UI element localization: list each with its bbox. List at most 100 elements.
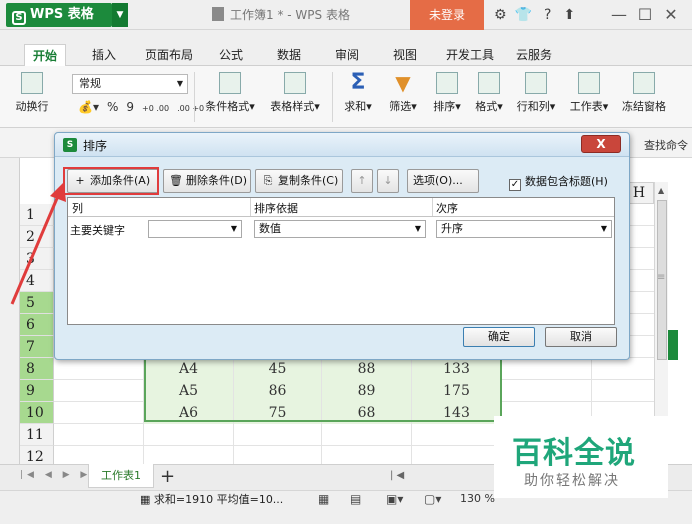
maximize-icon[interactable]: ☐ bbox=[632, 0, 658, 30]
scroll-left-icon[interactable]: | ◀ bbox=[390, 470, 404, 481]
comma-button[interactable]: 9 bbox=[126, 100, 134, 114]
row-header[interactable]: 8 bbox=[20, 358, 54, 380]
tab-developer[interactable]: 开发工具 bbox=[440, 44, 500, 66]
conditional-format-button[interactable]: 条件格式▾ bbox=[200, 72, 260, 114]
row-header[interactable]: 2 bbox=[20, 226, 54, 248]
move-up-button[interactable]: ↑ bbox=[351, 169, 373, 193]
sum-button[interactable]: Σ 求和▾ bbox=[340, 72, 376, 114]
settings-icon[interactable]: ⚙ bbox=[494, 0, 507, 30]
app-name: WPS 表格 bbox=[30, 7, 94, 22]
number-format-select[interactable]: 常规 ▼ bbox=[72, 74, 188, 94]
cancel-button[interactable]: 取消 bbox=[545, 327, 617, 347]
grid-cell[interactable] bbox=[592, 358, 658, 380]
tab-formula[interactable]: 公式 bbox=[212, 44, 250, 66]
shirt-icon[interactable]: 👕 bbox=[515, 0, 532, 30]
rows-cols-button[interactable]: 行和列▾ bbox=[512, 72, 560, 114]
wrap-text-button[interactable]: 动换行 bbox=[6, 72, 58, 114]
grid-cell[interactable]: 75 bbox=[234, 402, 322, 424]
dialog-close-button[interactable]: X bbox=[581, 135, 621, 153]
help-icon[interactable]: ? bbox=[540, 0, 555, 30]
grid-cell[interactable] bbox=[234, 424, 322, 446]
tab-view[interactable]: 视图 bbox=[386, 44, 424, 66]
dialog-titlebar[interactable]: S 排序 X bbox=[55, 133, 629, 157]
sort-button[interactable]: 排序▾ bbox=[428, 72, 466, 114]
row-header[interactable]: 3 bbox=[20, 248, 54, 270]
grid-cell[interactable]: 143 bbox=[412, 402, 502, 424]
row-header[interactable]: 1 bbox=[20, 204, 54, 226]
grid-cell[interactable]: 89 bbox=[322, 380, 412, 402]
grid-cell[interactable]: 175 bbox=[412, 380, 502, 402]
grid-cell[interactable]: A5 bbox=[144, 380, 234, 402]
has-header-checkbox[interactable]: ✓ 数据包含标题(H) bbox=[509, 173, 608, 191]
grid-cell[interactable] bbox=[54, 380, 144, 402]
grid-cell[interactable] bbox=[54, 402, 144, 424]
checkbox-checked-icon[interactable]: ✓ bbox=[509, 179, 521, 191]
add-sheet-button[interactable]: + bbox=[160, 464, 175, 490]
page-break-view-icon[interactable]: ▤ bbox=[350, 492, 361, 506]
row-header[interactable]: 4 bbox=[20, 270, 54, 292]
sheet-tab-1[interactable]: 工作表1 bbox=[88, 464, 154, 488]
grid-cell[interactable] bbox=[54, 358, 144, 380]
grid-cell[interactable]: 68 bbox=[322, 402, 412, 424]
add-condition-button[interactable]: + 添加条件(A) bbox=[67, 169, 159, 193]
grid-cell[interactable]: 88 bbox=[322, 358, 412, 380]
grid-cell[interactable] bbox=[502, 358, 592, 380]
tab-home[interactable]: 开始 bbox=[24, 44, 66, 66]
zoom-level[interactable]: 130 % bbox=[460, 492, 495, 505]
freeze-panes-button[interactable]: 冻结窗格 bbox=[620, 72, 668, 114]
sort-by-select[interactable]: 数值 ▼ bbox=[254, 220, 426, 238]
row-header[interactable]: 9 bbox=[20, 380, 54, 402]
row-header[interactable]: 5 bbox=[20, 292, 54, 314]
filter-button[interactable]: ▼ 筛选▾ bbox=[384, 72, 422, 114]
grid-cell[interactable] bbox=[54, 424, 144, 446]
inc-decimal-button[interactable]: +0 .00 bbox=[142, 104, 169, 113]
tab-data[interactable]: 数据 bbox=[270, 44, 308, 66]
vertical-scrollbar[interactable]: ▲ ≡ bbox=[654, 182, 668, 416]
row-header[interactable]: 10 bbox=[20, 402, 54, 424]
side-panel-tab[interactable] bbox=[668, 330, 678, 360]
conditional-format-icon bbox=[219, 72, 241, 94]
grid-cell[interactable] bbox=[592, 380, 658, 402]
normal-view-icon[interactable]: ▦ bbox=[318, 492, 329, 506]
login-button[interactable]: 未登录 bbox=[410, 0, 484, 30]
scroll-up-icon[interactable]: ▲ bbox=[658, 186, 664, 195]
close-icon[interactable]: ✕ bbox=[658, 0, 684, 30]
grid-cell[interactable] bbox=[502, 380, 592, 402]
tab-review[interactable]: 审阅 bbox=[328, 44, 366, 66]
tab-page-layout[interactable]: 页面布局 bbox=[140, 44, 198, 66]
percent-button[interactable]: % bbox=[107, 100, 118, 114]
find-command[interactable]: 查找命令 bbox=[644, 137, 688, 153]
grid-cell[interactable] bbox=[322, 424, 412, 446]
move-down-button[interactable]: ↓ bbox=[377, 169, 399, 193]
sheet-nav-arrows[interactable]: |◀ ◀ ▶ ▶| bbox=[20, 470, 98, 480]
options-button[interactable]: 选项(O)... bbox=[407, 169, 479, 193]
delete-condition-button[interactable]: 🗑 删除条件(D) bbox=[163, 169, 251, 193]
grid-cell[interactable] bbox=[412, 424, 502, 446]
minimize-icon[interactable]: — bbox=[606, 0, 632, 30]
tab-cloud[interactable]: 云服务 bbox=[510, 44, 558, 66]
app-dropdown-button[interactable]: ▼ bbox=[112, 3, 128, 27]
upload-icon[interactable]: ⬆ bbox=[563, 0, 575, 30]
ok-button[interactable]: 确定 bbox=[463, 327, 535, 347]
copy-condition-button[interactable]: ⎘ 复制条件(C) bbox=[255, 169, 343, 193]
row-header[interactable]: 11 bbox=[20, 424, 54, 446]
reading-mode-icon[interactable]: ▢▾ bbox=[424, 492, 441, 506]
grid-cell[interactable]: 45 bbox=[234, 358, 322, 380]
grid-cell[interactable]: 133 bbox=[412, 358, 502, 380]
grid-cell[interactable]: A4 bbox=[144, 358, 234, 380]
app-menu-button[interactable]: S WPS 表格 bbox=[6, 3, 112, 27]
row-header[interactable]: 7 bbox=[20, 336, 54, 358]
page-layout-view-icon[interactable]: ▣▾ bbox=[386, 492, 403, 506]
row-header[interactable]: 6 bbox=[20, 314, 54, 336]
worksheet-button[interactable]: 工作表▾ bbox=[564, 72, 614, 114]
freeze-icon bbox=[633, 72, 655, 94]
order-select[interactable]: 升序 ▼ bbox=[436, 220, 612, 238]
primary-key-select[interactable]: ▼ bbox=[148, 220, 242, 238]
grid-cell[interactable]: A6 bbox=[144, 402, 234, 424]
tab-insert[interactable]: 插入 bbox=[84, 44, 124, 66]
grid-cell[interactable]: 86 bbox=[234, 380, 322, 402]
table-style-button[interactable]: 表格样式▾ bbox=[264, 72, 326, 114]
grid-cell[interactable] bbox=[144, 424, 234, 446]
format-button[interactable]: 格式▾ bbox=[470, 72, 508, 114]
currency-icon[interactable]: 💰▾ bbox=[78, 100, 99, 114]
